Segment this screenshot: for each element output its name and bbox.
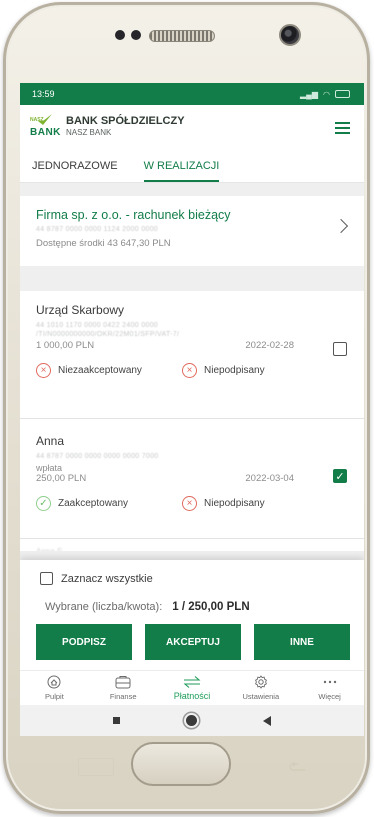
app-screen: 13:59 ▂▄▆ ◠ NASZ BANK BANK SPÓŁDZIELCZY … (20, 83, 364, 705)
payee-name: Urząd Skarbowy (36, 303, 125, 317)
list-item[interactable]: Urząd Skarbowy 44 1010 1170 0000 0422 24… (20, 291, 364, 419)
other-button[interactable]: INNE (254, 624, 350, 660)
payment-date: 2022-02-28 (245, 340, 294, 351)
brand-text: BANK SPÓŁDZIELCZY NASZ BANK (66, 116, 185, 138)
payment-amount: 250,00 PLN (36, 473, 87, 484)
select-all-checkbox[interactable]: Zaznacz wszystkie (20, 560, 364, 585)
x-circle-icon: × (36, 363, 51, 378)
signature-status-label: Niepodpisany (204, 498, 265, 509)
hardware-back-key-icon[interactable] (289, 762, 307, 772)
app-header: NASZ BANK BANK SPÓŁDZIELCZY NASZ BANK (20, 105, 364, 149)
payment-checkbox-checked[interactable]: ✓ (333, 469, 347, 483)
more-dots-icon (323, 674, 337, 690)
acceptance-status-label: Zaakceptowany (58, 498, 129, 509)
status-icons: ▂▄▆ ◠ (300, 90, 350, 99)
tab-bar: JEDNORAZOWE W REALIZACJI (20, 149, 364, 183)
signature-status: × Niepodpisany (182, 363, 328, 378)
selected-value: 1 / 250,00 PLN (172, 601, 250, 613)
amount-row: 250,00 PLN 2022-03-04 (36, 473, 350, 484)
checkbox-icon (40, 572, 53, 585)
nav-item-ustawienia[interactable]: Ustawienia (226, 671, 295, 705)
logo-big-text: BANK (30, 127, 61, 138)
next-list-item-peek: Anna S... (20, 539, 364, 551)
account-balance: Dostępne środki 43 647,30 PLN (36, 238, 171, 249)
android-system-nav (20, 705, 364, 736)
payment-details: 44 1010 1170 0000 0422 2400 0000 (36, 322, 158, 329)
nav-label: Pulpit (45, 692, 64, 701)
nav-label: Ustawienia (242, 692, 280, 701)
accept-button[interactable]: AKCEPTUJ (145, 624, 241, 660)
tab-jednorazowe[interactable]: JEDNORAZOWE (32, 149, 118, 182)
payments-list: Urząd Skarbowy 44 1010 1170 0000 0422 24… (20, 291, 364, 551)
sign-button[interactable]: PODPISZ (36, 624, 132, 660)
account-selector[interactable]: Firma sp. z o.o. - rachunek bieżący 44 8… (20, 196, 364, 266)
nav-item-wiecej[interactable]: Więcej (295, 671, 364, 705)
bank-logo: NASZ BANK (30, 114, 60, 140)
home-icon (47, 674, 61, 690)
amount-row: 1 000,00 PLN 2022-02-28 (36, 340, 350, 351)
sensor-dots (115, 30, 141, 40)
nav-item-finanse[interactable]: Finanse (89, 671, 158, 705)
payment-description: wpłata (36, 463, 63, 473)
status-row: × Niezaakceptowany × Niepodpisany (36, 363, 350, 378)
nav-label: Płatności (173, 691, 211, 701)
nav-label: Więcej (318, 692, 341, 701)
x-circle-icon: × (182, 496, 197, 511)
nav-item-pulpit[interactable]: Pulpit (20, 671, 89, 705)
status-row: ✓ Zaakceptowany × Niepodpisany (36, 496, 350, 511)
acceptance-status: ✓ Zaakceptowany (36, 496, 182, 511)
payment-details: 44 8787 0000 0000 0000 0000 7000 (36, 453, 159, 460)
bank-subname: NASZ BANK (66, 128, 112, 137)
payee-name: Anna (36, 434, 65, 448)
hamburger-menu-icon[interactable] (335, 122, 350, 134)
account-name: Firma sp. z o.o. - rachunek bieżący (36, 208, 231, 222)
selected-label: Wybrane (liczba/kwota): (45, 601, 163, 613)
transfer-arrows-icon (183, 674, 201, 690)
status-bar: 13:59 ▂▄▆ ◠ (20, 83, 364, 105)
status-time: 13:59 (32, 89, 55, 99)
bottom-navigation: Pulpit Finanse Płatności Ustawienia Więc… (20, 670, 364, 705)
logo-tick-icon (38, 114, 52, 125)
signature-status: × Niepodpisany (182, 496, 328, 511)
gear-icon (254, 674, 268, 690)
signature-status-label: Niepodpisany (204, 365, 265, 376)
payment-details-2: /TI/N0000000000/OKR/22M01/SFP/VAT-7/ (36, 331, 180, 338)
nav-item-platnosci[interactable]: Płatności (158, 671, 227, 705)
select-all-label: Zaznacz wszystkie (61, 572, 153, 585)
payment-checkbox[interactable] (333, 342, 347, 356)
tab-w-realizacji[interactable]: W REALIZACJI (143, 149, 220, 182)
acceptance-status-label: Niezaakceptowany (58, 365, 142, 376)
wallet-icon (115, 674, 131, 690)
payment-date: 2022-03-04 (245, 473, 294, 484)
bank-name: BANK SPÓŁDZIELCZY (66, 115, 185, 127)
recent-apps-icon[interactable] (113, 717, 120, 724)
battery-icon (335, 90, 350, 98)
x-circle-icon: × (182, 363, 197, 378)
wifi-icon: ◠ (323, 89, 330, 99)
signal-icon: ▂▄▆ (300, 89, 319, 99)
nav-label: Finanse (109, 692, 137, 701)
selected-summary: Wybrane (liczba/kwota): 1 / 250,00 PLN (20, 585, 364, 613)
selection-panel: Zaznacz wszystkie Wybrane (liczba/kwota)… (20, 560, 364, 670)
hardware-recent-key[interactable] (78, 758, 114, 776)
account-number: 44 8787 0000 0000 1124 2000 0000 (36, 226, 158, 233)
home-circle-icon[interactable] (186, 715, 197, 726)
hardware-home-button[interactable] (131, 742, 231, 786)
acceptance-status: × Niezaakceptowany (36, 363, 182, 378)
earpiece-speaker (149, 30, 215, 42)
back-arrow-icon[interactable] (263, 715, 271, 726)
action-buttons: PODPISZ AKCEPTUJ INNE (36, 624, 350, 660)
payment-amount: 1 000,00 PLN (36, 340, 95, 351)
front-camera (279, 24, 301, 46)
list-item[interactable]: Anna 44 8787 0000 0000 0000 0000 7000 wp… (20, 419, 364, 539)
check-circle-icon: ✓ (36, 496, 51, 511)
